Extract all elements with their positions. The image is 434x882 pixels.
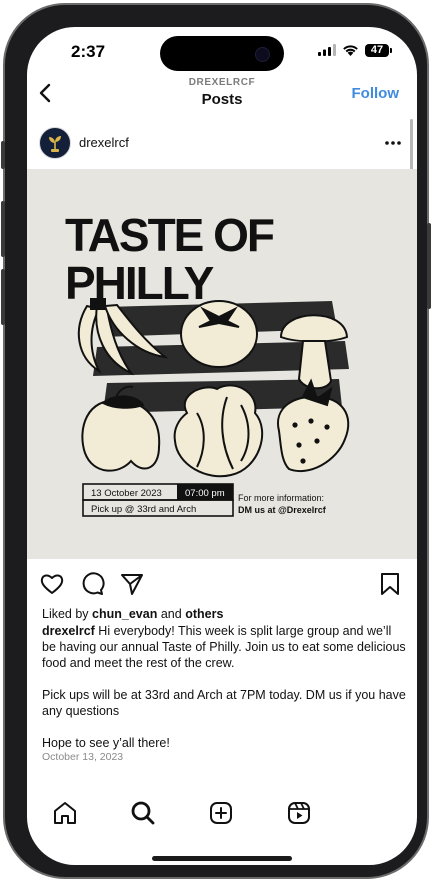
caption-paragraph-2: Pick ups will be at 33rd and Arch at 7PM…: [42, 688, 406, 718]
plus-square-icon[interactable]: [207, 799, 235, 827]
screen: 2:37 47 DREXELRCF Posts Follow drexelrcf…: [27, 27, 417, 865]
caption-paragraph-1: drexelrcf Hi everybody! This week is spl…: [42, 623, 407, 671]
search-icon[interactable]: [129, 799, 157, 827]
likes-summary[interactable]: Liked by chun_evan and others: [42, 607, 223, 621]
caption-paragraph-3: Hope to see y’all there!: [42, 736, 170, 750]
event-date: 13 October 2023: [91, 488, 162, 499]
bottom-tab-bar: [27, 793, 417, 839]
post-username[interactable]: drexelrcf: [79, 135, 129, 150]
phone-frame: 2:37 47 DREXELRCF Posts Follow drexelrcf…: [1, 3, 431, 879]
liked-by-and: and: [160, 607, 182, 621]
liked-by-prefix: Liked by: [42, 607, 89, 621]
top-nav: DREXELRCF Posts Follow: [27, 71, 417, 115]
power-button: [427, 223, 431, 309]
caption-text-1: Hi everybody! This week is split large g…: [42, 624, 406, 670]
poster-info-line2: DM us at @Drexelrcf: [238, 505, 327, 515]
tomato-illustration: [180, 300, 258, 368]
poster-headline-line2: PHILLY: [65, 257, 214, 309]
dynamic-island: [160, 36, 284, 71]
reels-icon[interactable]: [285, 799, 313, 827]
cellular-signal-icon: [318, 44, 336, 56]
heart-icon[interactable]: [39, 571, 65, 597]
avatar[interactable]: [39, 127, 71, 159]
post-actions: [27, 571, 417, 599]
comment-icon[interactable]: [79, 571, 105, 597]
liked-by-others[interactable]: others: [185, 607, 223, 621]
volume-down-button: [1, 269, 5, 325]
more-dots-icon[interactable]: [384, 128, 402, 158]
event-pickup: Pick up @ 33rd and Arch: [91, 504, 196, 515]
status-icons: 47: [318, 42, 392, 58]
volume-up-button: [1, 201, 5, 257]
wifi-icon: [343, 45, 358, 56]
camera-icon: [255, 47, 270, 62]
follow-button[interactable]: Follow: [352, 85, 400, 102]
paper-plane-icon[interactable]: [119, 571, 145, 597]
action-button: [1, 141, 5, 169]
post-caption: drexelrcf Hi everybody! This week is spl…: [42, 623, 407, 767]
bookmark-icon[interactable]: [377, 571, 403, 597]
home-icon[interactable]: [51, 799, 79, 827]
cabbage-illustration: [173, 384, 264, 478]
home-indicator[interactable]: [152, 856, 292, 861]
post-date: October 13, 2023: [42, 751, 124, 763]
event-time: 07:00 pm: [185, 488, 225, 499]
sprout-logo-icon: [49, 136, 61, 152]
poster-info-line1: For more information:: [238, 493, 324, 503]
post-image[interactable]: TASTE OF PHILLY 13 October 2023 07:00 pm…: [27, 169, 417, 559]
battery-indicator: 47: [365, 43, 392, 57]
caption-username[interactable]: drexelrcf: [42, 624, 95, 638]
status-time: 2:37: [71, 42, 106, 61]
liked-by-user[interactable]: chun_evan: [92, 607, 157, 621]
post-header: drexelrcf: [27, 125, 417, 165]
poster-headline-line1: TASTE OF: [65, 209, 274, 261]
